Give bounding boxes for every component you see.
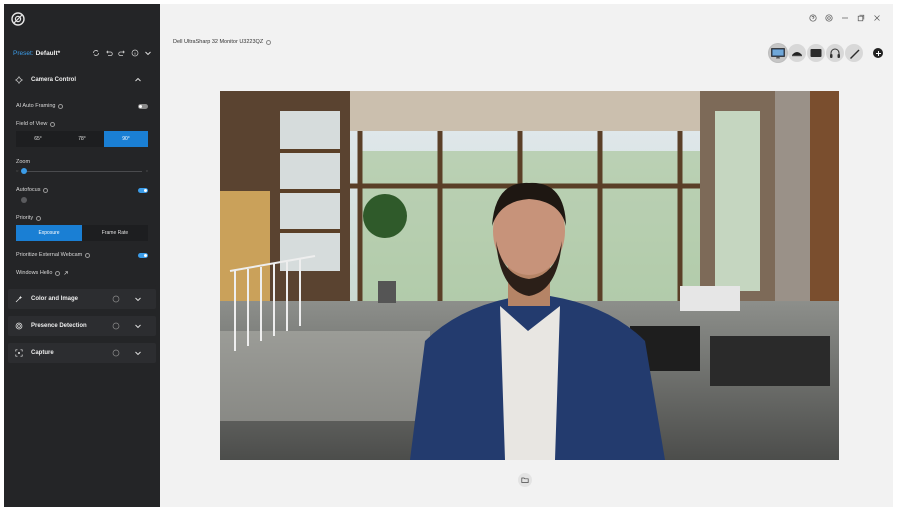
priority-option-exposure[interactable]: Exposure: [16, 225, 82, 241]
settings-icon[interactable]: [825, 14, 833, 22]
device-switcher: [769, 44, 883, 62]
color-and-image-title: Color and Image: [31, 296, 79, 302]
monitor-name: Dell UltraSharp 32 Monitor U3223QZ: [173, 39, 264, 45]
info-icon[interactable]: [85, 252, 91, 258]
headset-icon: [830, 48, 840, 58]
info-icon[interactable]: [55, 270, 61, 276]
chevron-down-icon[interactable]: [134, 322, 142, 330]
external-link-icon[interactable]: [63, 270, 69, 276]
zoom-slider-thumb[interactable]: [21, 168, 27, 174]
priority-row: Priority: [16, 215, 148, 221]
chevron-down-icon[interactable]: [134, 295, 142, 303]
zoom-slider[interactable]: ○ ○: [16, 167, 148, 175]
info-icon[interactable]: [43, 187, 49, 193]
sidebar: Preset: Default* Camera Control AI Auto …: [4, 4, 160, 507]
info-icon[interactable]: [112, 349, 120, 357]
preset-row[interactable]: Preset: Default*: [4, 44, 160, 62]
camera-preview[interactable]: [220, 91, 839, 460]
webcam-icon: [792, 52, 802, 57]
fov-option-90[interactable]: 90°: [104, 131, 148, 147]
ai-auto-framing-toggle[interactable]: [138, 103, 148, 109]
main-area: Dell UltraSharp 32 Monitor U3223QZ: [160, 4, 893, 507]
pen-icon: [849, 49, 859, 59]
device-speaker[interactable]: [807, 44, 825, 62]
preset-label: Preset:: [13, 49, 34, 57]
app-window: Preset: Default* Camera Control AI Auto …: [4, 4, 893, 507]
camera-preview-image: [220, 91, 839, 460]
ai-auto-framing-label: AI Auto Framing: [16, 103, 56, 109]
capture-icon: [15, 349, 23, 357]
undo-icon[interactable]: [105, 49, 113, 57]
fov-option-65[interactable]: 65°: [16, 131, 60, 147]
zoom-row: Zoom: [16, 159, 148, 165]
windows-hello-row[interactable]: Windows Hello: [16, 270, 148, 276]
prioritize-external-webcam-row: Prioritize External Webcam: [16, 252, 148, 258]
info-icon[interactable]: [50, 121, 56, 127]
field-of-view-selector: 65° 78° 90°: [16, 131, 148, 147]
presence-detection-title: Presence Detection: [31, 323, 87, 329]
priority-selector: Exposure Frame Rate: [16, 225, 148, 241]
autofocus-label: Autofocus: [16, 187, 41, 193]
chevron-down-icon[interactable]: [134, 349, 142, 357]
color-wand-icon: [15, 295, 23, 303]
add-device-button[interactable]: [873, 48, 883, 58]
help-icon[interactable]: [809, 14, 817, 22]
focus-slider-thumb[interactable]: [21, 197, 27, 203]
info-icon[interactable]: [131, 49, 139, 57]
app-logo-icon: [11, 12, 25, 26]
monitor-icon: [771, 47, 785, 58]
fov-option-78[interactable]: 78°: [60, 131, 104, 147]
restore-icon[interactable]: [857, 14, 865, 22]
prioritize-external-webcam-label: Prioritize External Webcam: [16, 252, 83, 258]
monitor-title: Dell UltraSharp 32 Monitor U3223QZ: [173, 39, 272, 45]
camera-control-title: Camera Control: [31, 77, 77, 83]
speaker-icon: [810, 49, 822, 57]
folder-icon: [521, 476, 529, 484]
ai-auto-framing-row: AI Auto Framing: [16, 103, 148, 109]
close-icon[interactable]: [873, 14, 881, 22]
device-monitor[interactable]: [769, 44, 787, 62]
zoom-max-icon: ○: [145, 168, 148, 173]
field-of-view-label: Field of View: [16, 121, 48, 127]
camera-control-header[interactable]: Camera Control: [8, 70, 156, 90]
autofocus-row: Autofocus: [16, 187, 148, 193]
info-icon[interactable]: [266, 39, 272, 45]
redo-icon[interactable]: [118, 49, 126, 57]
window-controls: [809, 14, 881, 22]
priority-option-frame-rate[interactable]: Frame Rate: [82, 225, 148, 241]
preset-value: Default*: [35, 49, 61, 57]
chevron-down-icon[interactable]: [144, 49, 152, 57]
info-icon[interactable]: [112, 295, 120, 303]
info-icon[interactable]: [112, 322, 120, 330]
priority-label: Priority: [16, 215, 34, 221]
minimize-icon[interactable]: [841, 14, 849, 22]
crosshair-icon: [15, 76, 23, 84]
color-and-image-section[interactable]: Color and Image: [8, 289, 156, 309]
zoom-label: Zoom: [16, 159, 31, 165]
capture-section[interactable]: Capture: [8, 343, 156, 363]
device-pen[interactable]: [845, 44, 863, 62]
camera-control-section: Camera Control AI Auto Framing Field of …: [8, 70, 156, 287]
windows-hello-label: Windows Hello: [16, 270, 53, 276]
autofocus-toggle[interactable]: [138, 187, 148, 193]
zoom-min-icon: ○: [16, 168, 19, 173]
presence-detection-section[interactable]: Presence Detection: [8, 316, 156, 336]
info-icon[interactable]: [36, 215, 42, 221]
device-webcam[interactable]: [788, 44, 806, 62]
field-of-view-row: Field of View: [16, 121, 148, 127]
sync-icon[interactable]: [92, 49, 100, 57]
chevron-up-icon[interactable]: [134, 76, 142, 84]
prioritize-external-webcam-toggle[interactable]: [138, 252, 148, 258]
capture-title: Capture: [31, 350, 54, 356]
info-icon[interactable]: [58, 103, 64, 109]
device-headset[interactable]: [826, 44, 844, 62]
presence-icon: [15, 322, 23, 330]
open-folder-button[interactable]: [518, 473, 532, 487]
focus-slider[interactable]: [16, 196, 148, 204]
